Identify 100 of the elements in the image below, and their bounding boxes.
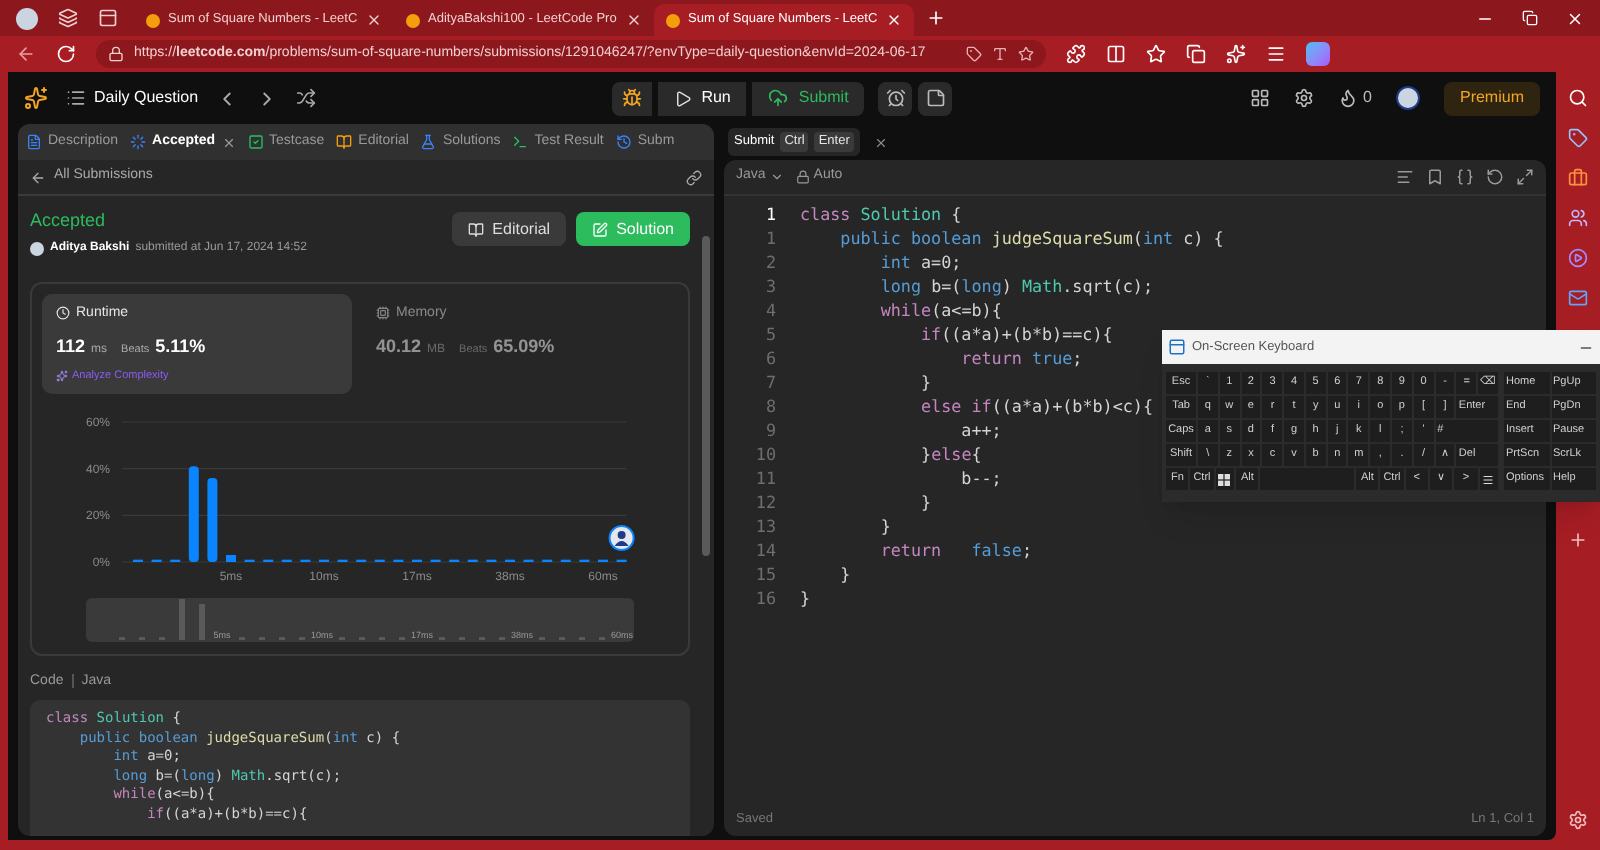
run-button[interactable]: Run [657, 81, 747, 115]
expand-icon[interactable] [1516, 168, 1534, 186]
debug-button[interactable] [611, 81, 652, 115]
line-number: 1 [763, 202, 778, 226]
search-icon[interactable] [1568, 88, 1588, 108]
bug-icon [621, 88, 642, 108]
clock-icon [56, 306, 70, 321]
line-number: 13 [753, 514, 778, 538]
line-number: 8 [763, 394, 778, 418]
user-avatar-icon[interactable] [1395, 86, 1420, 110]
terminal-icon [512, 134, 529, 150]
flame-icon[interactable] [1337, 88, 1358, 108]
profile-avatar-icon[interactable] [16, 7, 38, 29]
reset-icon[interactable] [1486, 168, 1504, 186]
flask-icon [420, 134, 437, 150]
code-line: return false; [878, 538, 1032, 562]
editorial-button[interactable]: Editorial [452, 212, 567, 246]
book-icon [336, 134, 353, 150]
line-number: 9 [763, 418, 778, 442]
workspaces-icon[interactable] [58, 8, 78, 28]
line-number: 7 [763, 370, 778, 394]
bar [199, 603, 205, 639]
restore-icon[interactable] [1522, 10, 1538, 26]
line-number: 2 [763, 250, 778, 274]
timer-button[interactable] [878, 81, 913, 115]
code-line: while(a<=b){ [878, 298, 1002, 322]
reload-icon[interactable] [56, 44, 76, 64]
code-line: } [919, 490, 932, 514]
layout-icon[interactable] [1249, 88, 1270, 108]
back-icon[interactable] [16, 44, 36, 64]
code-line: return true; [959, 346, 1083, 370]
keyboard-app-icon [1168, 338, 1186, 356]
code-line: if((a*a)+(b*b)==c){ [919, 322, 1113, 346]
code-line: class Solution { [800, 202, 962, 226]
briefcase-icon[interactable] [1568, 168, 1588, 188]
tab-actions-icon[interactable] [98, 8, 118, 28]
cloud-upload-icon [768, 88, 789, 108]
bar [207, 477, 218, 561]
copilot-icon[interactable] [1306, 42, 1330, 66]
status-text: Accepted [30, 208, 108, 234]
close-icon[interactable] [873, 135, 888, 149]
beats-value: 5.11% [155, 334, 206, 360]
page-title[interactable]: Daily Question [94, 86, 199, 110]
back-icon[interactable] [30, 169, 46, 185]
favicon-icon [666, 13, 680, 27]
code-line: a++; [959, 418, 1002, 442]
code-line: else if((a*a)+(b*b)<c){ [919, 394, 1153, 418]
shuffle-icon[interactable] [296, 88, 317, 108]
line-number: 10 [753, 442, 778, 466]
settings-icon[interactable] [1293, 88, 1314, 108]
extensions-icon[interactable] [1066, 44, 1086, 64]
windows-logo-icon [1218, 473, 1231, 485]
note-icon [925, 88, 946, 108]
line-number: 6 [763, 346, 778, 370]
settings-icon[interactable] [1568, 810, 1588, 830]
mail-icon[interactable] [1568, 288, 1588, 308]
line-number: 4 [763, 298, 778, 322]
logo-icon[interactable] [24, 86, 48, 110]
play-circle-icon[interactable] [1568, 248, 1588, 268]
add-icon[interactable] [1568, 530, 1588, 550]
format-icon[interactable] [1396, 168, 1414, 186]
list-icon[interactable] [66, 88, 86, 108]
favorites-icon[interactable] [1146, 44, 1166, 64]
split-screen-icon[interactable] [1106, 44, 1126, 64]
premium-button[interactable]: Premium [1443, 81, 1540, 115]
submit-button[interactable]: Submit [752, 81, 865, 115]
chevron-down-icon [769, 170, 784, 184]
line-number: 1 [763, 226, 778, 250]
scrollbar[interactable] [702, 236, 710, 556]
favicon-icon [406, 13, 420, 27]
edit-icon [592, 221, 609, 237]
line-number: 14 [753, 538, 778, 562]
line-number: 15 [753, 562, 778, 586]
document-icon [26, 134, 42, 150]
favicon-icon [146, 13, 160, 27]
checkbox-icon [247, 134, 264, 150]
play-icon [673, 89, 692, 107]
tag-icon[interactable] [966, 46, 982, 62]
chip-icon [376, 306, 390, 321]
people-icon[interactable] [1568, 208, 1588, 228]
bar [188, 465, 199, 561]
star-icon[interactable] [1018, 46, 1034, 62]
keyboard-key[interactable] [1479, 468, 1498, 490]
code-line: } [919, 370, 932, 394]
link-icon[interactable] [686, 169, 702, 185]
bookmark-icon[interactable] [1426, 168, 1444, 186]
sparkle-icon [56, 369, 68, 382]
code-line: b--; [959, 466, 1002, 490]
code-line: public boolean judgeSquareSum(int c) { [838, 226, 1224, 250]
close-icon[interactable] [221, 135, 236, 149]
keyboard-key[interactable] [1215, 468, 1234, 490]
menu-icon[interactable] [1266, 44, 1286, 64]
braces-icon[interactable] [1456, 168, 1474, 186]
history-icon [615, 134, 632, 150]
code-line: }else{ [919, 442, 982, 466]
line-number: 16 [753, 586, 778, 610]
new-tab-icon[interactable] [926, 8, 946, 28]
lock-icon [795, 170, 810, 184]
notes-button[interactable] [918, 81, 953, 115]
tag-icon[interactable] [1568, 128, 1588, 148]
